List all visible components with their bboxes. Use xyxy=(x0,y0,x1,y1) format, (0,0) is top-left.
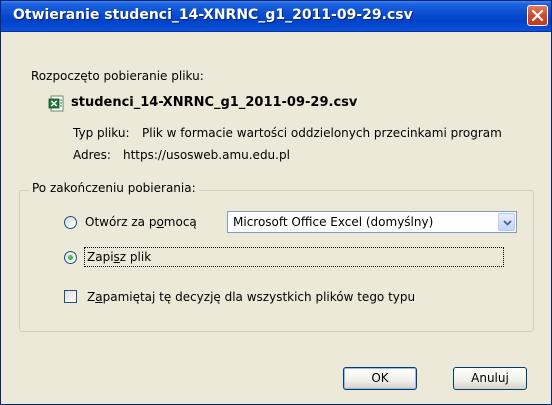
save-file-radio[interactable] xyxy=(64,251,77,264)
dropdown-button[interactable] xyxy=(498,213,515,231)
file-type-label: Typ pliku: xyxy=(73,126,130,140)
radio-selected-dot xyxy=(68,255,73,260)
close-button[interactable] xyxy=(527,5,548,26)
close-icon xyxy=(531,9,544,22)
remember-decision-label[interactable]: Zapamiętaj tę decyzję dla wszystkich pli… xyxy=(87,290,415,304)
download-intro: Rozpoczęto pobieranie pliku: xyxy=(31,69,204,83)
title-bar[interactable]: Otwieranie studenci_14-XNRNC_g1_2011-09-… xyxy=(1,1,551,32)
address-value: https://usosweb.amu.edu.pl xyxy=(123,148,290,162)
application-select[interactable]: Microsoft Office Excel (domyślny) xyxy=(227,211,517,233)
remember-decision-checkbox[interactable] xyxy=(64,290,77,303)
ok-button[interactable]: OK xyxy=(343,367,417,390)
download-dialog: Otwieranie studenci_14-XNRNC_g1_2011-09-… xyxy=(0,0,552,405)
application-select-value: Microsoft Office Excel (domyślny) xyxy=(233,215,434,229)
file-type-value: Plik w formacie wartości oddzielonych pr… xyxy=(142,126,502,140)
window-title: Otwieranie studenci_14-XNRNC_g1_2011-09-… xyxy=(13,7,413,23)
open-with-radio[interactable] xyxy=(64,216,77,229)
address-label: Adres: xyxy=(73,148,111,162)
chevron-down-icon xyxy=(503,220,512,226)
csv-file-icon xyxy=(48,95,64,112)
save-file-label[interactable]: Zapisz plik xyxy=(87,250,151,264)
file-name: studenci_14-XNRNC_g1_2011-09-29.csv xyxy=(71,95,358,110)
cancel-button[interactable]: Anuluj xyxy=(453,367,527,390)
after-download-legend: Po zakończeniu pobierania: xyxy=(29,181,199,195)
open-with-label[interactable]: Otwórz za pomocą xyxy=(85,215,197,229)
